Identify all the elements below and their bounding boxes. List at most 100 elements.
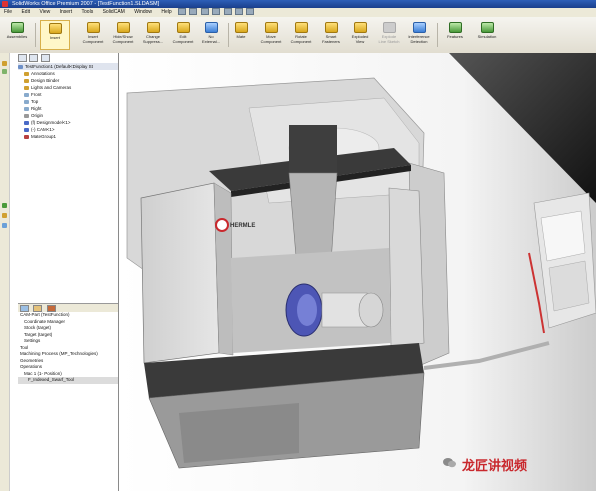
cam-icon[interactable] (2, 203, 7, 208)
undo-icon[interactable] (223, 8, 232, 16)
base-block (179, 403, 299, 463)
tree-item[interactable]: MateGroup1 (18, 133, 118, 140)
command-manager: Assemblies Insert Insert Component Hide/… (0, 17, 596, 54)
cam-tab-icon[interactable] (20, 305, 29, 312)
cam-tree-item[interactable]: F_Indexed_Swarf_Tool (18, 377, 118, 384)
open-icon[interactable] (189, 8, 198, 16)
chat-icon (443, 458, 456, 468)
window-title: SolidWorks Office Premium 2007 - [TestFu… (12, 1, 160, 7)
tree-item-label: Right (31, 106, 42, 111)
toolbar-separator (35, 23, 36, 47)
interference-icon (412, 22, 426, 33)
tree-item-label: Origin (31, 113, 44, 118)
tree-item-label: MateGroup1 (31, 134, 57, 139)
settings-tab-icon[interactable] (46, 305, 56, 312)
mate-button[interactable]: Mate (226, 20, 256, 50)
menu-view[interactable]: View (35, 8, 54, 17)
tree-item[interactable]: Right (18, 105, 118, 112)
simulation-icon (480, 22, 494, 33)
external-refs-icon (204, 22, 218, 33)
rebuild-icon[interactable] (235, 8, 244, 16)
edit-component-button[interactable]: Edit Component (168, 20, 198, 50)
change-suppression-button[interactable]: Change Suppress... (138, 20, 168, 50)
control-screen (540, 210, 586, 262)
rotate-component-button[interactable]: Rotate Component (286, 20, 316, 50)
graphics-area[interactable]: HERMLE (119, 53, 596, 491)
explode-line-sketch-button[interactable]: Explode Line Sketch (374, 20, 404, 50)
menu-tools[interactable]: Tools (78, 8, 98, 17)
tree-node-icon (24, 106, 29, 111)
explode-line-icon (382, 22, 396, 33)
features-icon (448, 22, 462, 33)
tree-item-label: Design Binder (31, 78, 60, 83)
tree-item-label: Lights and Cameras (31, 85, 72, 90)
smart-fasteners-button[interactable]: Smart Fasteners (316, 20, 346, 50)
tree-item[interactable]: (-) CAM<1> (18, 126, 118, 133)
rotary-table-disc (358, 292, 384, 328)
feature-tree-tab-icon[interactable] (18, 54, 27, 62)
tree-item-label: Top (31, 99, 39, 104)
solidcam-tabs (18, 304, 118, 312)
simulation-button[interactable]: Simulation (472, 20, 502, 50)
tree-item-label: (-) CAM<1> (31, 127, 55, 132)
insert-button[interactable]: Insert (40, 20, 70, 50)
tree-item[interactable]: Top (18, 98, 118, 105)
tree-node-icon (18, 64, 23, 69)
simulate-icon[interactable] (2, 223, 7, 228)
suppress-icon (146, 22, 160, 33)
no-external-references-button[interactable]: No External... (196, 20, 226, 50)
save-icon[interactable] (200, 8, 209, 16)
machine-logo: HERMLE (230, 223, 255, 229)
print-icon[interactable] (212, 8, 221, 16)
tree-item[interactable]: Annotations (18, 70, 118, 77)
tree-node-icon (24, 92, 29, 97)
tree-item[interactable]: Lights and Cameras (18, 84, 118, 91)
cam-tree: CAM-Part (TestFunction) Coordinate Manage… (18, 312, 118, 384)
insert-component-button[interactable]: Insert Component (78, 20, 108, 50)
tree-node-icon (24, 134, 29, 139)
menu-solidcam[interactable]: SolidCAM (99, 8, 129, 17)
spindle-head (289, 125, 337, 173)
hermle-logo-mark (215, 218, 229, 232)
menu-edit[interactable]: Edit (17, 8, 34, 17)
hide-show-icon (116, 22, 130, 33)
app-icon (2, 1, 8, 7)
machine-model: HERMLE (119, 53, 596, 491)
interference-detection-button[interactable]: Interference Detection (404, 20, 434, 50)
feature-tree: TestFunction1 (Default<Display St Annotat… (18, 63, 118, 140)
front-door-left (140, 182, 220, 364)
tree-item-label: TestFunction1 (Default<Display St (25, 64, 93, 69)
tree-root[interactable]: TestFunction1 (Default<Display St (18, 63, 118, 70)
tree-item-label: Annotations (31, 71, 55, 76)
tool-tab-icon[interactable] (33, 305, 43, 312)
rotate-icon (294, 22, 308, 33)
sketch-icon[interactable] (2, 61, 7, 66)
move-component-button[interactable]: Move Component (256, 20, 286, 50)
config-manager-tab-icon[interactable] (40, 54, 50, 62)
menu-file[interactable]: File (0, 8, 16, 17)
tree-node-icon (24, 99, 29, 104)
assemblies-tab-button[interactable]: Assemblies (2, 20, 32, 50)
control-keypad (548, 260, 590, 312)
insert-icon (48, 23, 62, 34)
title-bar: SolidWorks Office Premium 2007 - [TestFu… (0, 0, 596, 8)
tree-node-icon (24, 113, 29, 118)
menu-help[interactable]: Help (157, 8, 175, 17)
property-manager-tab-icon[interactable] (29, 54, 39, 62)
exploded-view-button[interactable]: Exploded View (345, 20, 375, 50)
menu-window[interactable]: Window (130, 8, 156, 17)
tree-item[interactable]: Design Binder (18, 77, 118, 84)
tree-node-icon (24, 78, 29, 83)
new-icon[interactable] (178, 8, 187, 16)
tree-item[interactable]: (f) Designmodel<1> (18, 119, 118, 126)
hide-show-component-button[interactable]: Hide/Show Component (108, 20, 138, 50)
features-button[interactable]: Features (440, 20, 470, 50)
exploded-view-icon (353, 22, 367, 33)
tool-icon[interactable] (2, 69, 7, 74)
tree-item[interactable]: Origin (18, 112, 118, 119)
feature-manager-panel: TestFunction1 (Default<Display St Annotat… (0, 53, 119, 491)
tree-item[interactable]: Front (18, 91, 118, 98)
options-icon[interactable] (246, 8, 255, 16)
menu-insert[interactable]: Insert (56, 8, 77, 17)
operation-icon[interactable] (2, 213, 7, 218)
